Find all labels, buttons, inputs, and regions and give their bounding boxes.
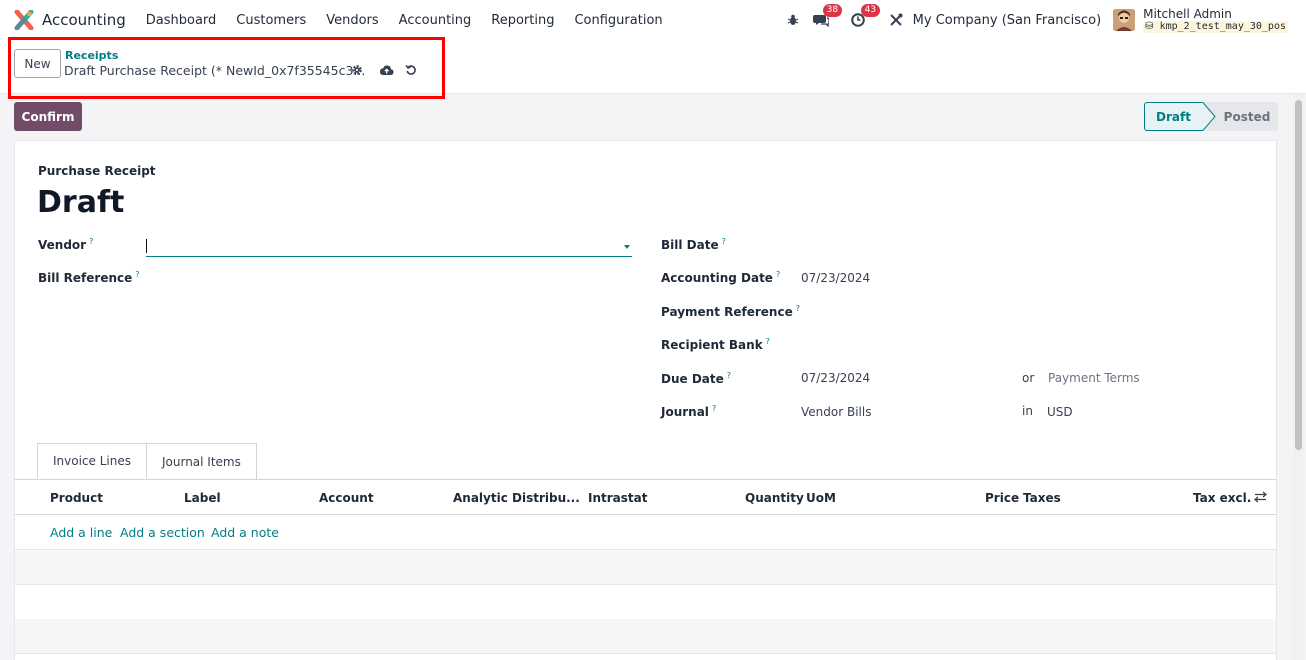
gear-icon[interactable] <box>351 64 363 80</box>
empty-row <box>15 619 1276 654</box>
column-taxes[interactable]: Taxes <box>1023 491 1061 505</box>
breadcrumb-current-record: Draft Purchase Receipt (* NewId_0x7f3554… <box>64 63 366 78</box>
help-icon[interactable]: ? <box>89 237 93 246</box>
accounting-date-field[interactable]: 07/23/2024 <box>801 271 870 285</box>
stage-arrow <box>1202 101 1216 132</box>
tab-journal-items[interactable]: Journal Items <box>146 443 257 479</box>
vendor-label-text: Vendor <box>38 238 87 252</box>
user-name: Mitchell Admin <box>1143 6 1232 21</box>
column-tax-excl[interactable]: Tax excl. <box>1193 491 1251 505</box>
add-row: Add a line Add a section Add a note <box>15 515 1276 550</box>
optional-columns-icon[interactable] <box>1253 491 1268 506</box>
database-label: kmp_2_test_may_30_pos <box>1159 20 1286 32</box>
bill-reference-label-text: Bill Reference <box>38 271 133 285</box>
database-name: ⛁ kmp_2_test_may_30_pos <box>1143 20 1288 33</box>
app-brand[interactable]: Accounting <box>14 9 126 31</box>
systray: 38 43 My Company (San Francisco) Mitchel… <box>773 0 1288 40</box>
payment-reference-label-text: Payment Reference <box>661 305 793 319</box>
user-avatar[interactable] <box>1113 9 1136 31</box>
column-price[interactable]: Price <box>985 491 1019 505</box>
stage-draft[interactable]: Draft <box>1144 102 1202 131</box>
due-date-label-text: Due Date <box>661 372 724 386</box>
scrollbar-thumb[interactable] <box>1295 100 1302 450</box>
invoice-lines-header: Product Label Account Analytic Distribu.… <box>15 479 1276 515</box>
database-icon: ⛁ <box>1145 20 1154 32</box>
top-navbar: Accounting Dashboard Customers Vendors A… <box>0 0 1306 40</box>
document-title: Draft <box>37 185 125 220</box>
recipient-bank-label: Recipient Bank? <box>661 337 770 352</box>
document-type: Purchase Receipt <box>38 164 156 178</box>
empty-row <box>15 550 1276 585</box>
activities-badge: 43 <box>860 4 881 17</box>
due-date-label: Due Date? <box>661 371 731 386</box>
main-menu: Dashboard Customers Vendors Accounting R… <box>146 13 683 28</box>
tab-invoice-lines[interactable]: Invoice Lines <box>37 443 147 479</box>
app-name: Accounting <box>42 11 126 29</box>
menu-configuration[interactable]: Configuration <box>574 13 662 28</box>
due-date-field[interactable]: 07/23/2024 <box>801 371 870 385</box>
discard-undo-icon[interactable] <box>405 64 417 80</box>
in-label: in <box>1022 404 1033 418</box>
help-icon[interactable]: ? <box>135 270 139 279</box>
company-switcher[interactable]: My Company (San Francisco) <box>913 13 1101 28</box>
stage-posted[interactable]: Posted <box>1216 102 1278 131</box>
currency-field[interactable]: USD <box>1047 405 1073 419</box>
column-label[interactable]: Label <box>184 491 221 505</box>
add-line-link[interactable]: Add a line <box>50 525 112 540</box>
column-account[interactable]: Account <box>319 491 374 505</box>
caret-down-icon[interactable] <box>624 245 630 249</box>
text-caret <box>146 239 147 253</box>
help-icon[interactable]: ? <box>776 270 780 279</box>
help-icon[interactable]: ? <box>766 337 770 346</box>
menu-vendors[interactable]: Vendors <box>326 13 378 28</box>
messages-badge: 38 <box>822 4 843 17</box>
vendor-input[interactable] <box>146 237 632 257</box>
column-analytic-distribution[interactable]: Analytic Distribu... <box>453 491 580 505</box>
help-icon[interactable]: ? <box>727 371 731 380</box>
journal-label-text: Journal <box>661 405 709 419</box>
menu-customers[interactable]: Customers <box>236 13 306 28</box>
bill-reference-label: Bill Reference? <box>38 270 140 285</box>
column-product[interactable]: Product <box>50 491 103 505</box>
journal-field[interactable]: Vendor Bills <box>801 405 871 419</box>
menu-accounting[interactable]: Accounting <box>399 13 472 28</box>
notebook-tabs: Invoice Lines Journal Items <box>37 443 257 479</box>
control-panel: New Receipts Draft Purchase Receipt (* N… <box>0 40 1306 94</box>
menu-reporting[interactable]: Reporting <box>491 13 554 28</box>
activities-clock-icon[interactable]: 43 <box>850 4 881 27</box>
tools-icon[interactable] <box>889 13 903 27</box>
confirm-button[interactable]: Confirm <box>14 102 82 131</box>
breadcrumb-receipts[interactable]: Receipts <box>65 49 118 62</box>
payment-reference-label: Payment Reference? <box>661 304 800 319</box>
debug-bug-icon[interactable] <box>787 14 799 26</box>
messages-icon[interactable]: 38 <box>812 4 843 27</box>
menu-dashboard[interactable]: Dashboard <box>146 13 217 28</box>
column-uom[interactable]: UoM <box>806 491 836 505</box>
vendor-label: Vendor? <box>38 237 93 252</box>
recipient-bank-label-text: Recipient Bank <box>661 338 763 352</box>
accounting-app-icon <box>14 9 34 31</box>
add-note-link[interactable]: Add a note <box>211 525 279 540</box>
accounting-date-label-text: Accounting Date <box>661 271 773 285</box>
column-intrastat[interactable]: Intrastat <box>588 491 647 505</box>
journal-label: Journal? <box>661 404 716 419</box>
column-quantity[interactable]: Quantity <box>745 491 804 505</box>
help-icon[interactable]: ? <box>722 237 726 246</box>
new-button[interactable]: New <box>14 49 61 78</box>
user-menu[interactable]: Mitchell Admin ⛁ kmp_2_test_may_30_pos <box>1143 8 1288 33</box>
bill-date-label: Bill Date? <box>661 237 726 252</box>
page-scrollbar[interactable] <box>1293 94 1304 660</box>
bill-date-label-text: Bill Date <box>661 238 719 252</box>
add-section-link[interactable]: Add a section <box>120 525 205 540</box>
or-label: or <box>1022 371 1035 385</box>
status-bar: Draft Posted <box>1144 101 1278 132</box>
help-icon[interactable]: ? <box>712 404 716 413</box>
help-icon[interactable]: ? <box>796 304 800 313</box>
accounting-date-label: Accounting Date? <box>661 270 780 285</box>
payment-terms-field[interactable]: Payment Terms <box>1048 371 1140 385</box>
cloud-save-icon[interactable] <box>379 64 394 80</box>
form-sheet: Purchase Receipt Draft Vendor? Bill Refe… <box>14 140 1277 660</box>
empty-row <box>15 585 1276 620</box>
